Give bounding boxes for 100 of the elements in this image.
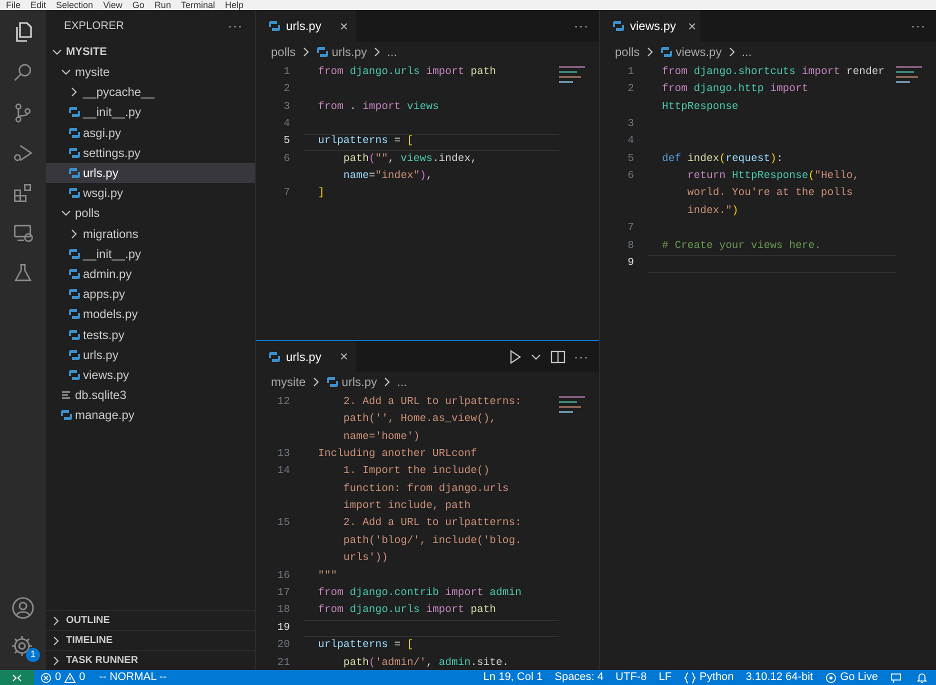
line-number: 20	[276, 638, 291, 654]
bell-icon[interactable]	[916, 672, 928, 684]
editor-tab[interactable]: urls.py ×	[256, 10, 356, 42]
run-icon[interactable]	[508, 348, 522, 364]
breadcrumb-item[interactable]: ...	[742, 43, 752, 61]
breadcrumb-item[interactable]: urls.py	[332, 43, 368, 61]
breadcrumb-item[interactable]: polls	[271, 43, 296, 61]
code-line: path("", views.index,	[342, 152, 477, 167]
breadcrumb-item[interactable]: polls	[615, 43, 640, 61]
python-file-icon	[316, 46, 328, 58]
indentation[interactable]: Spaces: 4	[554, 669, 604, 685]
close-button[interactable]: ×	[688, 16, 696, 36]
tree-item[interactable]: polls	[46, 203, 255, 224]
editor-tab[interactable]: urls.py ×	[256, 341, 356, 372]
python-file-icon	[68, 368, 80, 381]
search-icon[interactable]	[12, 62, 34, 84]
code-line: 1. Import the include()	[342, 464, 490, 480]
line-number: 16	[276, 568, 291, 584]
run-debug-icon[interactable]	[12, 142, 34, 164]
line-number: 2	[282, 82, 291, 98]
remote-button[interactable]	[0, 670, 34, 685]
line-ending[interactable]: LF	[658, 669, 672, 685]
tree-item[interactable]: __pycache__	[46, 82, 255, 102]
menu-item[interactable]: Run	[154, 0, 171, 10]
line-number: 7	[626, 221, 635, 236]
tree-item[interactable]: urls.py	[46, 162, 255, 184]
close-button[interactable]: ×	[340, 346, 348, 367]
python-file-icon	[68, 328, 80, 341]
breadcrumb-item[interactable]: views.py	[676, 43, 722, 61]
python-file-icon	[68, 126, 80, 139]
menu-item[interactable]: Terminal	[180, 0, 215, 10]
line-number: 1	[282, 64, 291, 80]
close-button[interactable]: ×	[340, 16, 348, 36]
editor-tab[interactable]: views.py ×	[600, 10, 700, 42]
settings-icon[interactable]	[10, 634, 34, 658]
python-file-icon	[68, 106, 80, 118]
more-actions-button[interactable]: ···	[911, 17, 926, 35]
encoding[interactable]: UTF-8	[616, 669, 647, 685]
line-number: 14	[276, 464, 291, 480]
menu-item[interactable]: Selection	[56, 0, 94, 10]
python-file-icon	[68, 248, 80, 260]
cursor-position[interactable]: Ln 19, Col 1	[483, 669, 543, 685]
line-number: 21	[276, 656, 291, 670]
flask-icon[interactable]	[12, 262, 34, 284]
python-file-icon	[60, 409, 72, 422]
more-actions-button[interactable]: ···	[574, 348, 589, 366]
line-number: 8	[626, 238, 635, 254]
tree-item[interactable]: __init__.py	[46, 102, 255, 123]
tree-item[interactable]: asgi.py	[46, 122, 255, 143]
more-actions-button[interactable]: ···	[228, 17, 243, 35]
tree-item[interactable]: models.py	[46, 304, 255, 324]
line-number: 13	[276, 446, 291, 462]
tree-item[interactable]: tests.py	[46, 324, 255, 345]
tree-item[interactable]: MYSITE	[46, 42, 255, 62]
more-actions-button[interactable]: ···	[574, 17, 589, 35]
python-file-icon	[68, 288, 80, 300]
breadcrumb-item[interactable]: urls.py	[342, 373, 378, 391]
tree-item[interactable]: apps.py	[46, 284, 255, 304]
line-number: 19	[276, 620, 291, 636]
menu-item[interactable]: Edit	[30, 0, 46, 10]
python-file-icon	[68, 146, 80, 159]
code-line: world. You're at the polls	[686, 186, 853, 202]
code-line: index.")	[686, 204, 738, 219]
tree-item[interactable]: mysite	[46, 62, 255, 82]
menu-item[interactable]: View	[103, 0, 122, 10]
breadcrumb-item[interactable]: mysite	[271, 373, 306, 391]
feedback-icon[interactable]	[890, 672, 902, 684]
interpreter[interactable]: 3.10.12 64-bit	[746, 669, 814, 685]
language-mode[interactable]: Python	[684, 669, 734, 685]
menu-item[interactable]: Go	[132, 0, 144, 10]
menu-item[interactable]: File	[6, 0, 21, 10]
problems-button[interactable]: 0 0	[40, 669, 86, 685]
menu-item[interactable]: Help	[224, 0, 244, 10]
tree-item[interactable]: wsgi.py	[46, 183, 255, 204]
breadcrumb-item[interactable]: ...	[387, 43, 398, 61]
tree-item[interactable]: __init__.py	[46, 244, 255, 264]
line-number: 2	[626, 82, 635, 98]
section-header[interactable]: OUTLINE	[46, 610, 255, 630]
code-line: urls'))	[342, 551, 388, 566]
go-live-button[interactable]: Go Live	[825, 669, 878, 685]
tree-item[interactable]: admin.py	[46, 264, 255, 284]
line-number: 5	[282, 134, 291, 150]
remote-explorer-icon[interactable]	[12, 222, 34, 244]
line-number: 3	[626, 116, 635, 132]
line-number: 5	[626, 152, 635, 167]
tree-item[interactable]: manage.py	[46, 405, 255, 426]
python-file-icon	[268, 350, 280, 362]
code-line: HttpResponse	[662, 100, 738, 115]
split-editor-icon[interactable]	[550, 348, 566, 364]
tree-item[interactable]: urls.py	[46, 344, 255, 365]
notification-badge: 1	[26, 648, 40, 662]
tree-item[interactable]: db.sqlite3	[46, 385, 255, 406]
tree-item[interactable]: views.py	[46, 364, 255, 385]
tree-item[interactable]: settings.py	[46, 142, 255, 163]
extensions-icon[interactable]	[12, 182, 34, 204]
account-icon[interactable]	[11, 596, 35, 620]
section-header[interactable]: TIMELINE	[46, 630, 255, 650]
line-number: 3	[282, 100, 291, 115]
tree-item[interactable]: migrations	[46, 224, 255, 244]
breadcrumb-item[interactable]: ...	[397, 373, 408, 391]
